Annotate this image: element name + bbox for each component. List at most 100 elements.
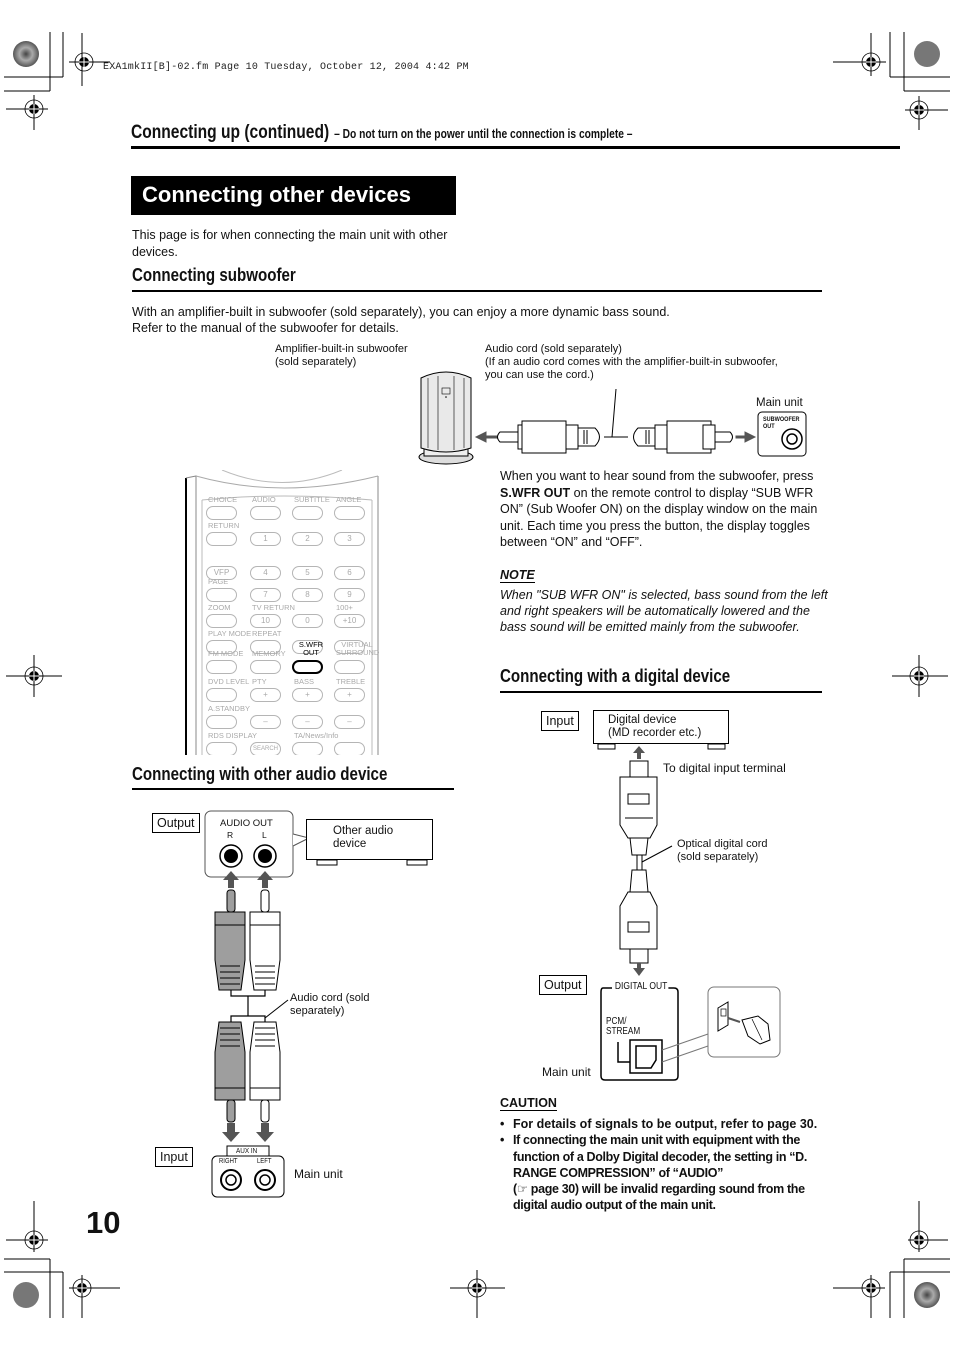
remote-label: RDS DISPLAY <box>208 731 258 740</box>
remote-button[interactable] <box>206 614 237 628</box>
remote-button[interactable]: – <box>292 715 323 729</box>
remote-label: REPEAT <box>252 629 282 638</box>
remote-button[interactable] <box>206 506 237 520</box>
note-heading: NOTE <box>500 568 535 583</box>
section-subtitle: – Do not turn on the power until the con… <box>334 127 633 141</box>
label-line: (sold separately) <box>275 356 357 368</box>
audio-device-heading: Connecting with other audio device <box>132 764 388 784</box>
remote-label: S.WFR OUT <box>298 640 324 657</box>
file-header: EXA1mkII[B]-02.fm Page 10 Tuesday, Octob… <box>103 62 469 73</box>
remote-label: 100+ <box>336 603 353 612</box>
note-text: When "SUB WFR ON" is selected, bass soun… <box>500 588 828 635</box>
remote-label: DVD LEVEL <box>208 677 250 686</box>
subwoofer-jack-label: SUBWOOFER OUT <box>763 416 800 430</box>
main-unit-label: Main unit <box>756 397 803 409</box>
crop-mark-bottom-center <box>450 1270 505 1318</box>
remote-label: TREBLE <box>336 677 366 686</box>
subwoofer-instructions: When you want to hear sound from the sub… <box>500 468 830 551</box>
remote-button[interactable] <box>206 532 237 546</box>
intro-text: This page is for when connecting the mai… <box>132 228 448 259</box>
remote-button[interactable]: – <box>334 715 365 729</box>
remote-button[interactable]: + <box>250 688 281 702</box>
to-digital-terminal-label: To digital input terminal <box>663 761 786 775</box>
aux-right-label: RIGHT <box>219 1158 238 1165</box>
page-title: Connecting other devices <box>131 176 456 215</box>
audio-cord-label: Audio cord (sold separately) <box>290 992 370 1018</box>
remote-button[interactable] <box>250 506 281 520</box>
heading-divider <box>500 691 822 693</box>
caution-list: For details of signals to be output, ref… <box>500 1116 825 1214</box>
remote-button[interactable]: – <box>250 715 281 729</box>
jack-l-label: L <box>262 830 267 840</box>
digital-out-title: DIGITAL OUT <box>614 981 669 992</box>
remote-label: ANGLE <box>336 495 362 504</box>
label-line: OUT <box>763 423 775 430</box>
remote-button[interactable]: 7 <box>250 588 281 602</box>
label-line: Amplifier-built-in subwoofer <box>275 343 408 355</box>
section-divider <box>131 146 900 149</box>
remote-button[interactable]: 10 <box>250 614 281 628</box>
instructions-text: When you want to hear sound from the sub… <box>500 469 814 483</box>
remote-label: RETURN <box>208 521 240 530</box>
label-line: (sold separately) <box>677 851 759 863</box>
remote-button[interactable]: + <box>334 688 365 702</box>
other-audio-device: Other audio device <box>306 819 433 860</box>
input-label: Input <box>541 711 579 731</box>
remote-label: PAGE <box>208 577 229 586</box>
label-line: device <box>333 838 367 850</box>
label-line: separately) <box>290 1005 345 1017</box>
pointing-hand-icon: ☞ <box>516 1182 528 1197</box>
subwoofer-heading: Connecting subwoofer <box>132 265 296 285</box>
remote-button[interactable] <box>292 506 323 520</box>
swfr-out-button[interactable] <box>292 660 323 674</box>
remote-label: MEMORY <box>252 649 286 658</box>
remote-label: PLAY MODE <box>208 629 252 638</box>
remote-button[interactable]: 4 <box>250 566 281 580</box>
remote-button[interactable]: 2 <box>292 532 323 546</box>
remote-label: FM MODE <box>208 649 244 658</box>
remote-label: VIRTUAL SURROUND <box>336 640 380 657</box>
remote-label: PTY <box>252 677 267 686</box>
section-header: Connecting up (continued) – Do not turn o… <box>131 122 633 144</box>
label-line: Other audio <box>333 825 394 837</box>
remote-label: CHOICE <box>208 495 238 504</box>
subwoofer-intro: With an amplifier-built in subwoofer (so… <box>132 304 822 336</box>
remote-button[interactable] <box>334 742 365 755</box>
input-label: Input <box>155 1147 193 1167</box>
label-line: Audio cord (sold <box>290 992 370 1004</box>
remote-button[interactable]: SEARCH <box>250 742 281 755</box>
section-title: Connecting up (continued) <box>131 122 330 143</box>
caution-item: If connecting the main unit with equipme… <box>500 1132 825 1213</box>
remote-button[interactable]: + <box>292 688 323 702</box>
aux-in-title: AUX IN <box>236 1146 258 1155</box>
remote-button[interactable] <box>206 742 237 755</box>
remote-button[interactable]: 9 <box>334 588 365 602</box>
remote-button[interactable]: 3 <box>334 532 365 546</box>
caution-item: For details of signals to be output, ref… <box>500 1116 825 1133</box>
digital-device: Digital device (MD recorder etc.) <box>593 710 729 744</box>
label-line: Optical digital cord <box>677 838 768 850</box>
remote-button[interactable]: 0 <box>292 614 323 628</box>
remote-label: A.STANDBY <box>208 704 250 713</box>
remote-button[interactable] <box>206 688 237 702</box>
remote-button[interactable] <box>206 588 237 602</box>
remote-button[interactable] <box>206 660 237 674</box>
remote-label: BASS <box>294 677 315 686</box>
remote-button[interactable] <box>292 742 323 755</box>
remote-control: CHOICE AUDIO SUBTITLE ANGLE RETURN 1 2 3 VFP 4 5 6 P… <box>182 470 382 755</box>
remote-button[interactable]: 8 <box>292 588 323 602</box>
pcm-stream-label: PCM/ STREAM <box>606 1017 640 1037</box>
remote-label: AUDIO <box>252 495 276 504</box>
remote-button[interactable] <box>334 660 365 674</box>
remote-button[interactable]: +10 <box>334 614 365 628</box>
label-line: Digital device <box>608 714 677 726</box>
remote-button[interactable] <box>250 660 281 674</box>
subwoofer-label: Amplifier-built-in subwoofer (sold separ… <box>275 343 408 369</box>
crop-mark-bottom-right <box>833 1201 950 1318</box>
remote-button[interactable]: 1 <box>250 532 281 546</box>
output-label: Output <box>539 975 587 995</box>
remote-button[interactable]: 5 <box>292 566 323 580</box>
remote-button[interactable] <box>334 506 365 520</box>
remote-button[interactable]: 6 <box>334 566 365 580</box>
remote-button[interactable] <box>206 715 237 729</box>
